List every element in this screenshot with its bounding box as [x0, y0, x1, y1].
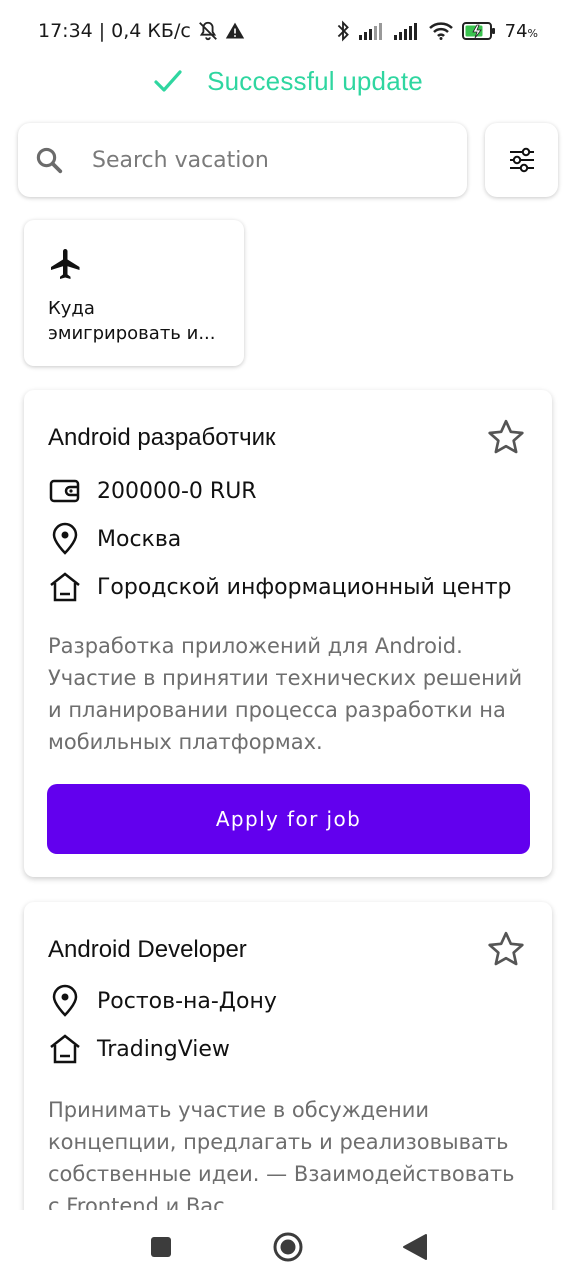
job-card[interactable]: Android разработчик 200000-0 RUR Москва … [24, 390, 552, 877]
job-card[interactable]: Android Developer Ростов-на-Дону Trading… [24, 902, 552, 1232]
bluetooth-icon [337, 20, 349, 42]
company-row: TradingView [48, 1032, 230, 1066]
category-label: Куда эмигрировать и... [48, 298, 216, 344]
airplane-icon [51, 249, 80, 279]
job-description: Разработка приложений для Android. Участ… [48, 634, 523, 754]
checkmark-icon [154, 70, 182, 92]
salary-text: 200000-0 RUR [97, 478, 257, 504]
company-text: TradingView [97, 1036, 230, 1062]
signal-icon [358, 23, 382, 40]
job-title: Android Developer [48, 936, 247, 963]
location-row: Ростов-на-Дону [48, 984, 277, 1018]
company-icon [50, 1034, 80, 1064]
home-icon [273, 1232, 303, 1262]
status-separator: | [98, 20, 106, 42]
category-card[interactable]: Куда эмигрировать и... [24, 220, 244, 366]
apply-button[interactable]: Apply for job [47, 784, 530, 854]
company-text: Городской информационный центр [97, 574, 512, 600]
navigation-bar [0, 1210, 576, 1280]
job-description: Принимать участие в обсуждении концепции… [48, 1098, 515, 1218]
location-row: Москва [48, 522, 181, 556]
network-speed: 0,4 КБ/с [111, 20, 191, 42]
battery-icon [461, 22, 495, 40]
status-time: 17:34 [38, 20, 93, 42]
search-box[interactable] [18, 123, 467, 197]
job-title: Android разработчик [48, 424, 276, 451]
back-icon [403, 1234, 427, 1260]
city-text: Москва [97, 526, 182, 552]
status-bar: 17:34 | 0,4 КБ/с 74% [0, 0, 576, 64]
mute-icon [198, 21, 217, 41]
status-left: 17:34 | 0,4 КБ/с [38, 20, 245, 42]
recents-icon [151, 1237, 171, 1257]
company-row: Городской информационный центр [48, 570, 511, 604]
home-button[interactable] [271, 1230, 305, 1264]
search-input[interactable] [92, 147, 432, 173]
wallet-icon [49, 479, 80, 503]
back-button[interactable] [398, 1230, 432, 1264]
battery-percent: 74% [504, 20, 538, 42]
location-pin-icon [52, 984, 78, 1017]
star-icon[interactable] [486, 929, 526, 969]
toast-message: Successful update [207, 65, 423, 96]
salary-row: 200000-0 RUR [48, 474, 257, 508]
city-text: Ростов-на-Дону [97, 988, 277, 1014]
success-toast: Successful update [0, 62, 576, 100]
wifi-icon [428, 22, 453, 40]
warning-icon [225, 22, 244, 39]
location-pin-icon [52, 522, 78, 555]
star-icon[interactable] [486, 417, 526, 457]
search-icon [36, 147, 63, 174]
sliders-icon [509, 147, 534, 173]
status-right: 74% [336, 20, 538, 42]
signal-icon [393, 23, 417, 40]
company-icon [50, 572, 80, 602]
filter-button[interactable] [485, 123, 558, 197]
recents-button[interactable] [144, 1230, 178, 1264]
